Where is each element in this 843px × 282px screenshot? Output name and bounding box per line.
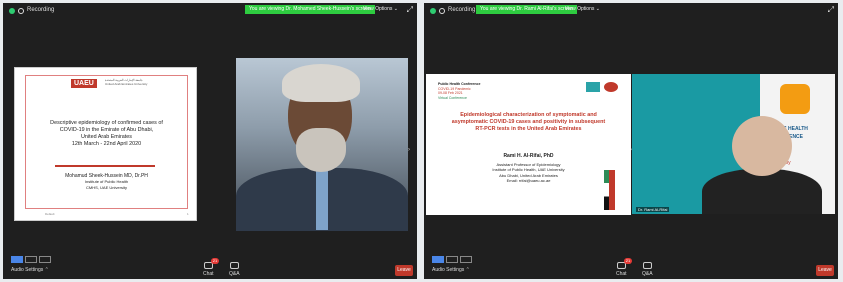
speaker-tie	[316, 170, 328, 230]
qa-button[interactable]: Q&A	[642, 262, 653, 277]
conference-logo: Public Health Conference COVID-19 Pandem…	[438, 82, 480, 100]
slide-title-line3: RT-PCR tests in the United Arab Emirates	[475, 126, 582, 132]
bottom-toolbar: Audio Settings ⌃ 21 Chat Q&A Leave	[424, 249, 838, 279]
share-icon[interactable]	[460, 256, 472, 263]
recording-indicator-icon	[9, 8, 15, 14]
view-options-button[interactable]: View Options ⌄	[565, 6, 600, 12]
qa-label: Q&A	[642, 271, 653, 277]
slide-email: Email: rrifai@uaeu.ac.ae	[506, 178, 551, 183]
meeting-panel-right: Recording You are viewing Dr. Rami Al-Ri…	[424, 3, 838, 279]
qa-icon	[229, 262, 239, 269]
recording-pause-icon[interactable]	[439, 8, 445, 14]
slide-title-line2: COVID-19 in the Emirate of Abu Dhabi,	[59, 127, 154, 133]
mic-icon[interactable]	[11, 256, 23, 263]
uaeu-seal-icon	[604, 82, 618, 92]
fullscreen-icon[interactable]: ⤢	[828, 5, 834, 15]
qa-button[interactable]: Q&A	[229, 262, 240, 277]
conference-logo-icon	[780, 84, 810, 114]
recording-label: Recording	[448, 7, 476, 13]
audio-settings-button[interactable]: Audio Settings ⌃	[432, 267, 470, 273]
uaeu-logo: UAEU	[71, 79, 97, 88]
chat-button[interactable]: 21 Chat	[203, 258, 220, 277]
video-icon[interactable]	[446, 256, 458, 263]
shared-slide: UAEU جامعة الإمارات العربية المتحدة Unit…	[14, 67, 197, 221]
speaker-beard	[296, 128, 346, 172]
recording-pause-icon[interactable]	[18, 8, 24, 14]
viewing-screen-banner: You are viewing Dr. Rami Al-Rifai's scre…	[476, 5, 578, 14]
slide-author-block: Rami H. Al-Rifai, PhD Assistant Professo…	[430, 153, 627, 184]
slide-title-line1: Descriptive epidemiology of confirmed ca…	[50, 120, 163, 126]
chat-badge: 21	[210, 258, 220, 264]
top-bar: Recording You are viewing Dr. Mohamed Sh…	[3, 3, 417, 19]
recording-label: Recording	[27, 7, 55, 13]
speaker-video	[236, 58, 408, 231]
speaker-hair	[282, 64, 360, 102]
conf-line1: Public Health Conference	[438, 82, 481, 86]
slide-title-line2: asymptomatic COVID-19 cases and positivi…	[451, 119, 606, 125]
uae-flag-red-icon	[609, 170, 615, 210]
chat-label: Chat	[203, 271, 214, 277]
leave-button[interactable]: Leave	[395, 265, 413, 276]
mic-icon[interactable]	[432, 256, 444, 263]
university-name: جامعة الإمارات العربية المتحدة United Ar…	[105, 78, 148, 86]
recording-indicator-icon	[430, 8, 436, 14]
viewing-screen-banner: You are viewing Dr. Mohamed Sheek-Hussei…	[245, 5, 375, 14]
participant-name: Dr. Rami Al-Rifai	[636, 207, 670, 212]
slide-title-line3: United Arab Emirates	[81, 134, 132, 140]
slide-title: Descriptive epidemiology of confirmed ca…	[29, 120, 184, 148]
share-icon[interactable]	[39, 256, 51, 263]
slide-divider	[55, 165, 155, 167]
slide-author-block: Mohamud Sheek-Hussein MD, Dr.PH Institut…	[29, 173, 184, 191]
chat-label: Chat	[616, 271, 627, 277]
leave-button[interactable]: Leave	[816, 265, 834, 276]
qa-label: Q&A	[229, 271, 240, 277]
conf-line4: Virtual Conference	[438, 95, 467, 100]
slide-affiliation2: CMHS, UAE University	[86, 185, 127, 190]
chat-icon: 21	[203, 258, 220, 269]
top-bar: Recording You are viewing Dr. Rami Al-Ri…	[424, 3, 838, 19]
slide-author: Rami H. Al-Rifai, PhD	[503, 153, 554, 159]
chat-icon: 21	[616, 258, 633, 269]
next-arrow-icon[interactable]: ›	[408, 147, 410, 153]
speaker-video: PUBLIC HEALTH CONFERENCE nized by Dr. Ra…	[632, 74, 835, 214]
slide-footer-left: Default	[45, 212, 55, 216]
bottom-toolbar: Audio Settings ⌃ 21 Chat Q&A Leave	[3, 249, 417, 279]
chat-badge: 21	[623, 258, 633, 264]
partner-logo-icon	[586, 82, 600, 92]
slide-page-number: 1	[187, 212, 189, 216]
meeting-panel-left: Recording You are viewing Dr. Mohamed Sh…	[3, 3, 417, 279]
audio-controls	[11, 256, 51, 263]
video-icon[interactable]	[25, 256, 37, 263]
fullscreen-icon[interactable]: ⤢	[407, 5, 413, 15]
slide-title: Epidemiological characterization of symp…	[430, 112, 627, 133]
audio-controls	[432, 256, 472, 263]
qa-icon	[642, 262, 652, 269]
slide-dates: 12th March - 22nd April 2020	[71, 141, 142, 147]
slide-title-line1: Epidemiological characterization of symp…	[460, 112, 597, 118]
shared-slide: Public Health Conference COVID-19 Pandem…	[426, 74, 631, 215]
view-options-button[interactable]: View Options ⌄	[363, 6, 398, 12]
audio-settings-button[interactable]: Audio Settings ⌃	[11, 267, 49, 273]
speaker-face	[732, 116, 792, 176]
chat-button[interactable]: 21 Chat	[616, 258, 633, 277]
